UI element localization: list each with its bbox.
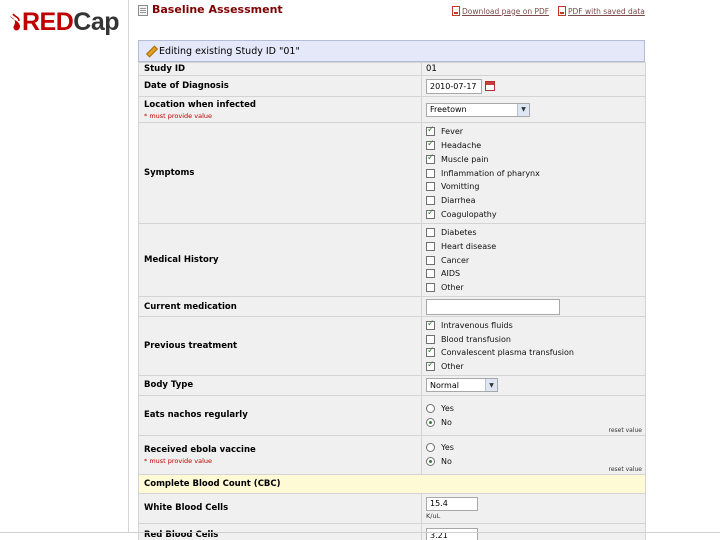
- checkbox[interactable]: [426, 269, 435, 279]
- location-select[interactable]: Freetown ▼: [426, 102, 530, 117]
- field-label-eats-nachos: Eats nachos regularly: [138, 394, 422, 436]
- reset-value-link[interactable]: reset value: [609, 466, 643, 473]
- symptom-option[interactable]: Inflammation of pharynx: [426, 167, 641, 180]
- checkbox[interactable]: [426, 360, 435, 371]
- previous-treatment-option[interactable]: Intravenous fluids: [426, 319, 641, 332]
- symptom-option[interactable]: Diarrhea: [426, 194, 641, 207]
- radio-option-yes[interactable]: Yes: [426, 442, 641, 455]
- form-title: Baseline Assessment: [152, 3, 283, 16]
- sidebar-divider: [128, 0, 129, 532]
- checkbox[interactable]: [426, 228, 435, 238]
- checkbox[interactable]: [426, 125, 435, 137]
- radio-button[interactable]: [426, 417, 435, 427]
- field-label-study-id: Study ID: [138, 62, 422, 76]
- field-label-current-medication: Current medication: [138, 296, 422, 317]
- redcap-logo-mark-icon: [10, 12, 20, 30]
- table-row: Medical History Diabetes Heart disease C…: [138, 223, 646, 297]
- body-type-select[interactable]: Normal ▼: [426, 378, 498, 393]
- medical-history-option[interactable]: Cancer: [426, 254, 641, 267]
- section-header-cbc: Complete Blood Count (CBC): [138, 473, 646, 494]
- checkbox[interactable]: [426, 208, 435, 219]
- form-icon: [138, 5, 148, 16]
- checkbox[interactable]: [426, 319, 435, 330]
- symptom-option[interactable]: Vomitting: [426, 180, 641, 193]
- previous-treatment-option[interactable]: Convalescent plasma transfusion: [426, 346, 641, 359]
- symptoms-checkbox-group: Fever Headache Muscle pain Inflammation …: [426, 124, 641, 223]
- medical-history-option[interactable]: AIDS: [426, 267, 641, 280]
- previous-treatment-option[interactable]: Other: [426, 360, 641, 373]
- checkbox[interactable]: [426, 153, 435, 164]
- red-blood-cells-input[interactable]: 3.21: [426, 528, 478, 540]
- table-row: Body Type Normal ▼: [138, 374, 646, 396]
- radio-button[interactable]: [426, 403, 435, 413]
- reset-value-link[interactable]: reset value: [609, 427, 643, 434]
- redcap-logo[interactable]: REDCap: [8, 8, 120, 37]
- required-note: * must provide value: [144, 456, 212, 465]
- table-row: Received ebola vaccine * must provide va…: [138, 434, 646, 475]
- edit-banner-text: Editing existing Study ID "01": [159, 45, 300, 57]
- table-row: Symptoms Fever Headache Muscle pain Infl…: [138, 122, 646, 224]
- table-row: Eats nachos regularly Yes No reset value: [138, 394, 646, 436]
- checkbox[interactable]: [426, 139, 435, 151]
- field-label-symptoms: Symptoms: [138, 122, 422, 224]
- field-label-medical-history: Medical History: [138, 223, 422, 297]
- radio-button[interactable]: [426, 457, 435, 467]
- field-label-white-blood-cells: White Blood Cells: [138, 492, 422, 524]
- section-header-row: Complete Blood Count (CBC): [138, 473, 646, 494]
- checkbox[interactable]: [426, 255, 435, 265]
- page-bottom-divider: [0, 532, 720, 533]
- field-label-location: Location when infected: [144, 99, 256, 110]
- current-medication-input[interactable]: [426, 298, 560, 315]
- table-row: Current medication: [138, 296, 646, 317]
- table-row: White Blood Cells 15.4 K/uL: [138, 492, 646, 524]
- pdf-icon: [452, 6, 460, 16]
- table-row: Location when infected * must provide va…: [138, 96, 646, 123]
- white-blood-cells-input[interactable]: 15.4: [426, 496, 478, 511]
- previous-treatment-checkbox-group: Intravenous fluids Blood transfusion Con…: [426, 317, 641, 375]
- symptom-option[interactable]: Fever: [426, 125, 641, 139]
- checkbox[interactable]: [426, 195, 435, 205]
- field-label-date-of-diagnosis: Date of Diagnosis: [138, 75, 422, 97]
- field-label-body-type: Body Type: [138, 374, 422, 396]
- checkbox[interactable]: [426, 182, 435, 192]
- checkbox[interactable]: [426, 334, 435, 344]
- symptom-option[interactable]: Headache: [426, 139, 641, 152]
- table-row: Study ID 01: [138, 62, 646, 76]
- symptom-option[interactable]: Muscle pain: [426, 153, 641, 166]
- units-label: K/uL: [426, 511, 441, 520]
- checkbox[interactable]: [426, 346, 435, 358]
- medical-history-option[interactable]: Heart disease: [426, 240, 641, 253]
- download-pdf-link[interactable]: Download page on PDF: [452, 6, 549, 16]
- calendar-icon[interactable]: [485, 81, 495, 91]
- table-row: Date of Diagnosis 2010-07-17: [138, 75, 646, 97]
- logo-text: REDCap: [22, 8, 120, 36]
- data-entry-form: Study ID 01 Date of Diagnosis 2010-07-17…: [138, 62, 646, 540]
- date-of-diagnosis-input[interactable]: 2010-07-17: [426, 78, 482, 94]
- chevron-down-icon: ▼: [485, 379, 497, 392]
- form-header: Baseline Assessment Download page on PDF…: [138, 3, 648, 19]
- chevron-down-icon: ▼: [517, 103, 529, 116]
- pdf-with-data-link[interactable]: PDF with saved data: [558, 6, 645, 16]
- medical-history-option[interactable]: Diabetes: [426, 226, 641, 239]
- radio-option-yes[interactable]: Yes: [426, 402, 641, 415]
- radio-button[interactable]: [426, 443, 435, 453]
- field-label-previous-treatment: Previous treatment: [138, 316, 422, 376]
- previous-treatment-option[interactable]: Blood transfusion: [426, 333, 641, 346]
- pdf-icon: [558, 6, 566, 16]
- checkbox[interactable]: [426, 168, 435, 178]
- checkbox[interactable]: [426, 282, 435, 292]
- symptom-option[interactable]: Coagulopathy: [426, 208, 641, 221]
- study-id-value: 01: [421, 62, 646, 76]
- pencil-icon: [145, 46, 155, 56]
- table-row: Previous treatment Intravenous fluids Bl…: [138, 316, 646, 376]
- edit-record-banner: Editing existing Study ID "01": [138, 40, 645, 62]
- required-note: * must provide value: [144, 111, 212, 120]
- medical-history-checkbox-group: Diabetes Heart disease Cancer AIDS Other: [426, 224, 641, 295]
- field-label-ebola-vaccine: Received ebola vaccine: [144, 444, 256, 455]
- checkbox[interactable]: [426, 241, 435, 251]
- medical-history-option[interactable]: Other: [426, 281, 641, 294]
